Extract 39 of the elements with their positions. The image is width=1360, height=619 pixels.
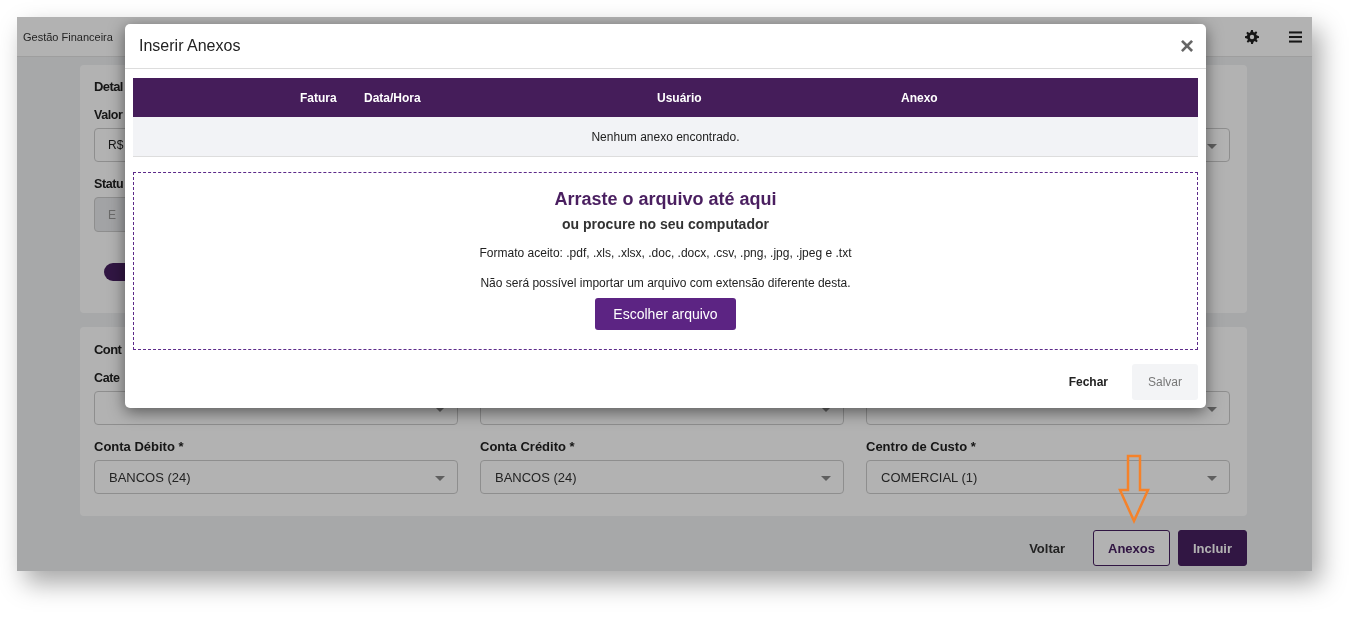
column-header: Anexo (901, 90, 939, 105)
action-button[interactable]: Anexos (1093, 530, 1170, 566)
drop-zone[interactable] (133, 172, 1198, 350)
drop-subtitle: ou procure no seu computador (562, 216, 769, 232)
close-button[interactable]: × (1176, 34, 1198, 58)
format-note: Formato aceito: .pdf, .xls, .xlsx, .doc, .docx, .csv, .png, .jpg, .jpeg e .txt (479, 246, 852, 260)
menu-icon[interactable] (1289, 30, 1302, 43)
placeholder-text: E (108, 207, 116, 222)
empty-message: Nenhum anexo encontrado. (591, 129, 740, 144)
field-label: Conta Débito * (94, 439, 185, 455)
action-button[interactable]: Voltar (1015, 530, 1079, 566)
settings-icon[interactable] (1245, 29, 1259, 44)
select-value: BANCOS (24) (109, 469, 191, 485)
caret-icon (821, 476, 831, 481)
warning-note: Não será possível importar um arquivo com extensão diferente desta. (480, 276, 851, 290)
column-header: Fatura (300, 90, 338, 105)
field-label: Statu (94, 176, 125, 192)
action-button[interactable]: Incluir (1178, 530, 1247, 566)
drop-title: Arraste o arquivo até aqui (554, 188, 777, 210)
field-label: Valor (94, 107, 124, 123)
down-arrow (1118, 454, 1150, 524)
card-title: Detal (94, 78, 124, 96)
column-header: Usuário (657, 90, 703, 105)
card-title: Cont (94, 341, 123, 359)
field-label: Cate (94, 370, 121, 386)
select-field[interactable]: BANCOS (24) (480, 460, 844, 494)
field-label: Conta Crédito * (480, 439, 576, 455)
caret-icon (1207, 476, 1217, 481)
select-field[interactable]: COMERCIAL (1) (866, 460, 1230, 494)
select-field[interactable]: BANCOS (24) (94, 460, 458, 494)
caret-icon (435, 476, 445, 481)
choose-file-button[interactable]: Escolher arquivo (595, 298, 736, 330)
column-header: Data/Hora (364, 90, 422, 105)
modal-title: Inserir Anexos (139, 37, 241, 55)
dialog-button[interactable]: Fechar (1052, 364, 1124, 400)
app-title: Gestão Financeira (23, 30, 113, 43)
select-value: COMERCIAL (1) (881, 469, 978, 485)
select-value: BANCOS (24) (495, 469, 577, 485)
field-label: Centro de Custo * (866, 439, 977, 455)
